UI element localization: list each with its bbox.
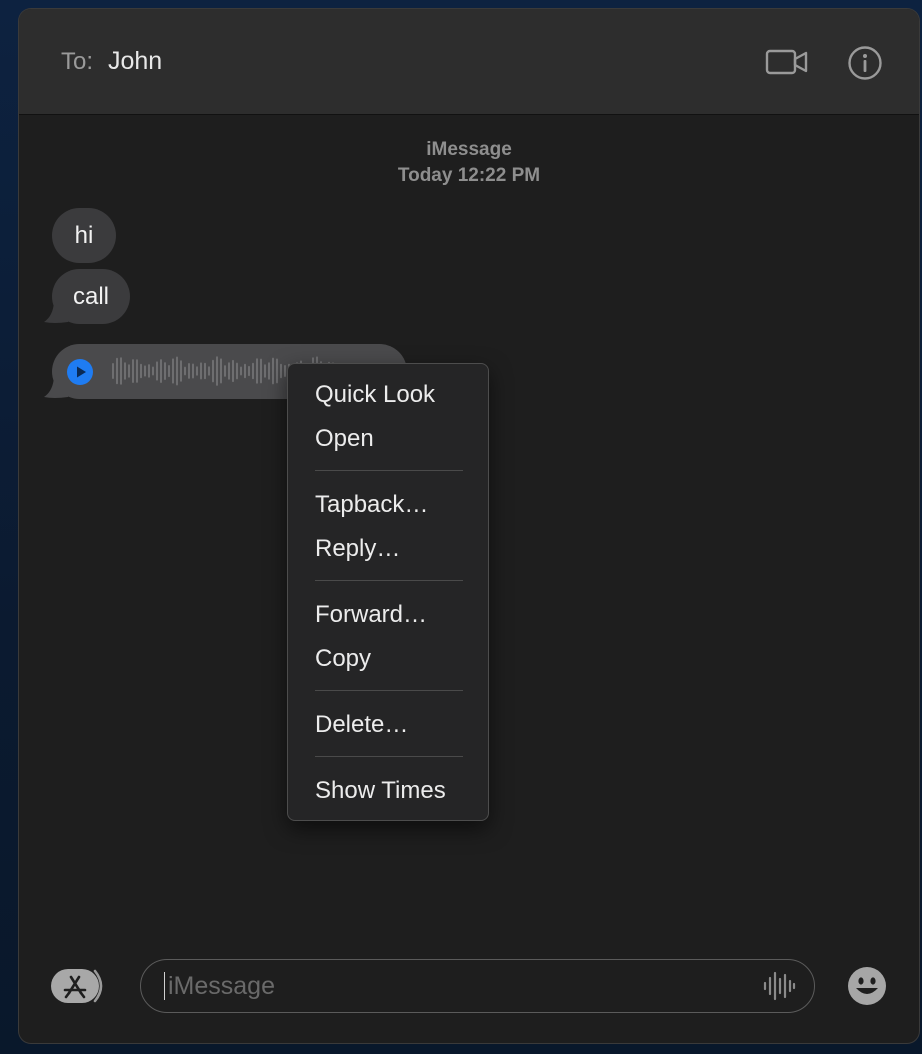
message-input-placeholder: iMessage [168, 972, 275, 1000]
waveform-bar [260, 358, 262, 384]
waveform-bar [208, 366, 210, 376]
waveform-bar [136, 359, 138, 383]
waveform-bar [140, 363, 142, 379]
waveform-bar [284, 365, 286, 377]
messages-window: To: John iMessage Today 12:22 PM hi call… [19, 9, 919, 1043]
conversation-header: To: John [19, 9, 919, 115]
menu-item-tapback[interactable]: Tapback… [315, 488, 428, 522]
waveform-icon [763, 971, 796, 1001]
menu-item-reply[interactable]: Reply… [315, 532, 400, 566]
menu-separator [315, 756, 463, 757]
message-text: hi [74, 221, 94, 249]
video-camera-icon [765, 49, 808, 75]
waveform-bar [116, 357, 118, 385]
waveform-bar [280, 363, 282, 379]
message-bubble[interactable]: hi [52, 208, 116, 263]
menu-separator [315, 690, 463, 691]
waveform-bar [132, 359, 134, 383]
waveform-bar [164, 362, 166, 380]
waveform-bar [196, 366, 198, 376]
menu-item-open[interactable]: Open [315, 422, 374, 456]
waveform-bar [144, 365, 146, 377]
menu-item-delete[interactable]: Delete… [315, 708, 408, 742]
menu-item-show-times[interactable]: Show Times [315, 774, 446, 808]
waveform-bar [236, 362, 238, 380]
menu-item-quick-look[interactable]: Quick Look [315, 378, 435, 412]
app-store-icon [51, 969, 103, 1003]
recipient-name[interactable]: John [108, 47, 162, 76]
waveform-bar [268, 362, 270, 380]
info-icon [848, 46, 882, 80]
waveform-bar [220, 358, 222, 384]
text-caret [164, 972, 165, 1000]
waveform-bar [168, 365, 170, 378]
waveform-bar [244, 363, 246, 379]
bubble-tail [44, 302, 68, 323]
waveform-bar [112, 363, 114, 379]
menu-separator [315, 470, 463, 471]
waveform-bar [264, 364, 266, 378]
waveform-bar [128, 364, 130, 378]
audio-record-button[interactable] [761, 970, 797, 1002]
menu-item-forward[interactable]: Forward… [315, 598, 427, 632]
context-menu: Quick Look Open Tapback… Reply… Forward…… [287, 363, 489, 821]
waveform-bar [156, 361, 158, 381]
waveform-bar [188, 363, 190, 379]
waveform-bar [256, 358, 258, 384]
waveform-bar [148, 364, 150, 378]
waveform-bar [224, 365, 226, 377]
waveform-bar [212, 359, 214, 383]
waveform-bar [120, 357, 122, 385]
message-input[interactable]: iMessage [140, 959, 815, 1013]
waveform-bar [160, 359, 162, 383]
desktop-background: To: John iMessage Today 12:22 PM hi call… [0, 0, 922, 1054]
menu-item-copy[interactable]: Copy [315, 642, 371, 676]
waveform-bar [216, 356, 218, 386]
message-text: call [72, 282, 109, 310]
waveform-bar [152, 366, 154, 376]
waveform-bar [204, 362, 206, 380]
conversation-timestamp: Today 12:22 PM [397, 165, 541, 186]
waveform-bar [192, 363, 194, 379]
info-button[interactable] [845, 43, 885, 83]
waveform-bar [248, 365, 250, 377]
waveform-bar [200, 362, 202, 380]
waveform-bar [228, 362, 230, 380]
emoji-button[interactable] [847, 966, 887, 1006]
waveform-bar [180, 360, 182, 382]
waveform-bar [184, 366, 186, 376]
waveform-bar [232, 359, 234, 383]
bubble-tail [44, 377, 68, 398]
service-label: iMessage [426, 139, 512, 160]
waveform-bar [172, 358, 174, 384]
waveform-bar [272, 357, 274, 385]
video-call-button[interactable] [765, 45, 809, 79]
to-label: To: [61, 48, 94, 75]
waveform-bar [124, 362, 126, 380]
emoji-icon [848, 967, 886, 1005]
waveform-bar [240, 366, 242, 376]
apps-button[interactable] [51, 967, 109, 1005]
waveform-bar [276, 358, 278, 384]
menu-separator [315, 580, 463, 581]
play-icon[interactable] [67, 359, 93, 385]
waveform-bar [252, 362, 254, 380]
waveform-bar [176, 356, 178, 386]
